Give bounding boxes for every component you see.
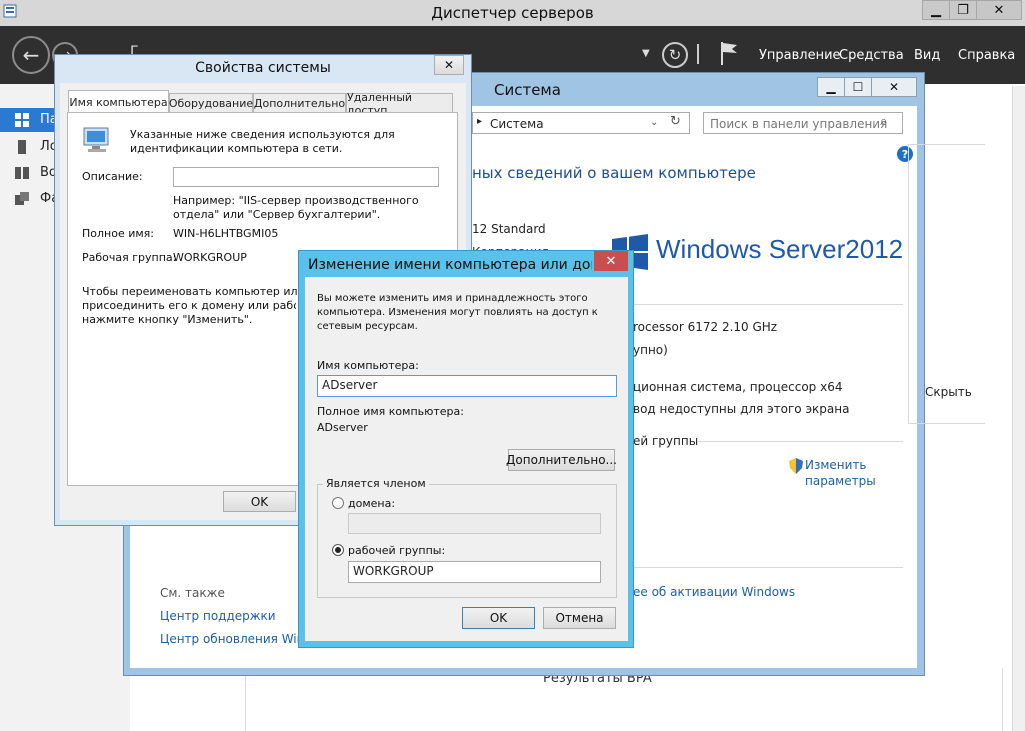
rename-cancel-button[interactable]: Отмена: [543, 607, 616, 629]
menu-view[interactable]: Вид: [914, 48, 940, 63]
system-properties-close-button[interactable]: ✕: [434, 55, 464, 75]
close-icon: ✕: [888, 80, 900, 94]
support-center-link[interactable]: Центр поддержки: [160, 609, 276, 623]
domain-radio-label[interactable]: домена:: [348, 497, 395, 510]
address-bar-text: Система: [490, 117, 544, 131]
full-name-value: WIN-H6LHTBGMI05: [173, 227, 279, 240]
content-scrollbar[interactable]: [1012, 86, 1025, 731]
system-type-value: ционная система, процессор x64: [633, 380, 843, 394]
all-servers-icon: [14, 165, 30, 181]
arrow-left-icon: ←: [22, 43, 40, 67]
close-icon: ✕: [605, 253, 617, 269]
workgroup-radio-label[interactable]: рабочей группы:: [348, 544, 445, 557]
system-close-button[interactable]: ✕: [871, 77, 917, 97]
address-dropdown-icon[interactable]: ⌄: [650, 117, 658, 128]
processor-value: rocessor 6172 2.10 GHz: [633, 320, 778, 334]
system-properties-title: Свойства системы: [195, 60, 331, 76]
breadcrumb-arrow-icon: ▸: [477, 116, 483, 127]
windows-edition: 12 Standard: [472, 222, 546, 236]
ram-value: упно): [633, 343, 668, 357]
restore-icon: ❐: [957, 2, 969, 18]
logo-text: Windows Server: [656, 234, 846, 264]
refresh-button[interactable]: ↻: [662, 42, 688, 68]
full-computer-name-value: ADserver: [317, 421, 368, 434]
computer-name-label: Имя компьютера:: [317, 359, 419, 372]
pen-touch-value: вод недоступны для этого экрана: [633, 402, 850, 416]
rename-hint-line-3: нажмите кнопку "Изменить".: [82, 313, 253, 326]
side-panel: [908, 144, 985, 424]
rename-dialog-title: Изменение имени компьютера или дом…: [308, 257, 592, 273]
close-button[interactable]: ✕: [976, 0, 1022, 20]
rename-dialog-close-button[interactable]: ✕: [594, 251, 628, 271]
dashboard-icon: [14, 112, 30, 128]
workgroup-value: WORKGROUP: [173, 251, 247, 264]
workgroup-label: Рабочая группа:: [82, 251, 177, 264]
maximize-icon: ☐: [852, 80, 864, 94]
rename-hint-line-2: присоединить его к домену или рабочей гр: [82, 299, 296, 312]
flag-icon[interactable]: [718, 40, 740, 66]
content-divider-right: [1002, 668, 1003, 731]
dropdown-arrow-icon[interactable]: ▼: [642, 48, 650, 59]
workgroup-input[interactable]: WORKGROUP: [348, 561, 601, 583]
system-minimize-button[interactable]: ▁: [817, 77, 845, 97]
rename-ok-button[interactable]: OK: [462, 607, 535, 629]
toolbar-separator: [697, 44, 699, 64]
computer-name-input[interactable]: ADserver: [317, 375, 617, 397]
workgroup-section-title: ей группы: [633, 434, 699, 448]
refresh-icon: ↻: [668, 46, 682, 64]
system-heading: ных сведений о вашем компьютере: [472, 164, 756, 182]
activation-divider: [634, 567, 903, 568]
address-refresh-icon[interactable]: ↻: [670, 114, 681, 129]
full-computer-name-label: Полное имя компьютера:: [317, 405, 464, 418]
local-server-icon: [14, 139, 30, 155]
search-placeholder: Поиск в панели управления: [710, 117, 888, 131]
tab-remote[interactable]: Удаленный доступ: [346, 91, 453, 117]
description-label: Описание:: [82, 170, 143, 183]
member-of-label: Является членом: [323, 477, 429, 490]
see-also-label: См. также: [160, 586, 225, 600]
close-icon: ✕: [993, 2, 1005, 18]
search-icon[interactable]: ⌕: [880, 114, 887, 129]
change-settings-link-line2[interactable]: параметры: [805, 474, 876, 488]
description-example: Например: "IIS-сервер производственного …: [173, 194, 419, 221]
back-button[interactable]: ←: [12, 36, 50, 74]
menu-manage[interactable]: Управление: [759, 48, 841, 63]
uac-shield-icon: [789, 458, 803, 474]
menu-help[interactable]: Справка: [958, 48, 1015, 63]
domain-input[interactable]: [348, 513, 601, 534]
tab-computer-name[interactable]: Имя компьютера: [68, 90, 169, 113]
workgroup-divider: [697, 441, 903, 442]
windows-server-logo-text: Windows Server2012: [656, 234, 903, 265]
menu-tools[interactable]: Средства: [839, 48, 904, 63]
minimize-icon: ▁: [931, 2, 941, 18]
logo-year: 2012: [845, 234, 904, 264]
close-icon: ✕: [443, 58, 455, 72]
description-input[interactable]: [173, 167, 439, 187]
radio-selected-dot: [335, 547, 341, 553]
hide-link[interactable]: Скрыть: [925, 385, 972, 399]
full-name-label: Полное имя:: [82, 227, 154, 240]
server-manager-title: Диспетчер серверов: [431, 4, 594, 22]
maximize-button[interactable]: ❐: [949, 0, 977, 20]
tab-hardware[interactable]: Оборудование: [169, 93, 253, 113]
rename-hint-line-1: Чтобы переименовать компьютер или: [82, 285, 305, 298]
windows-update-link[interactable]: Центр обновления Windo: [160, 632, 300, 646]
workgroup-radio[interactable]: [332, 544, 344, 556]
props-intro-text: Указанные ниже сведения используются для…: [130, 128, 395, 155]
minimize-button[interactable]: ▁: [922, 0, 950, 20]
domain-radio[interactable]: [332, 497, 344, 509]
rename-intro-text: Вы можете изменить имя и принадлежность …: [317, 293, 598, 332]
system-maximize-button[interactable]: ☐: [844, 77, 872, 97]
more-button[interactable]: Дополнительно...: [506, 449, 617, 471]
props-ok-button[interactable]: OK: [223, 491, 296, 512]
activation-link[interactable]: ее об активации Windows: [633, 585, 795, 599]
minimize-icon: ▁: [826, 80, 836, 94]
content-divider: [245, 668, 246, 731]
system-window-title: Система: [494, 81, 561, 99]
file-services-icon: [14, 191, 30, 207]
tab-advanced[interactable]: Дополнительно: [253, 93, 346, 113]
change-settings-link[interactable]: Изменить: [805, 458, 867, 472]
computer-icon: [82, 126, 114, 154]
